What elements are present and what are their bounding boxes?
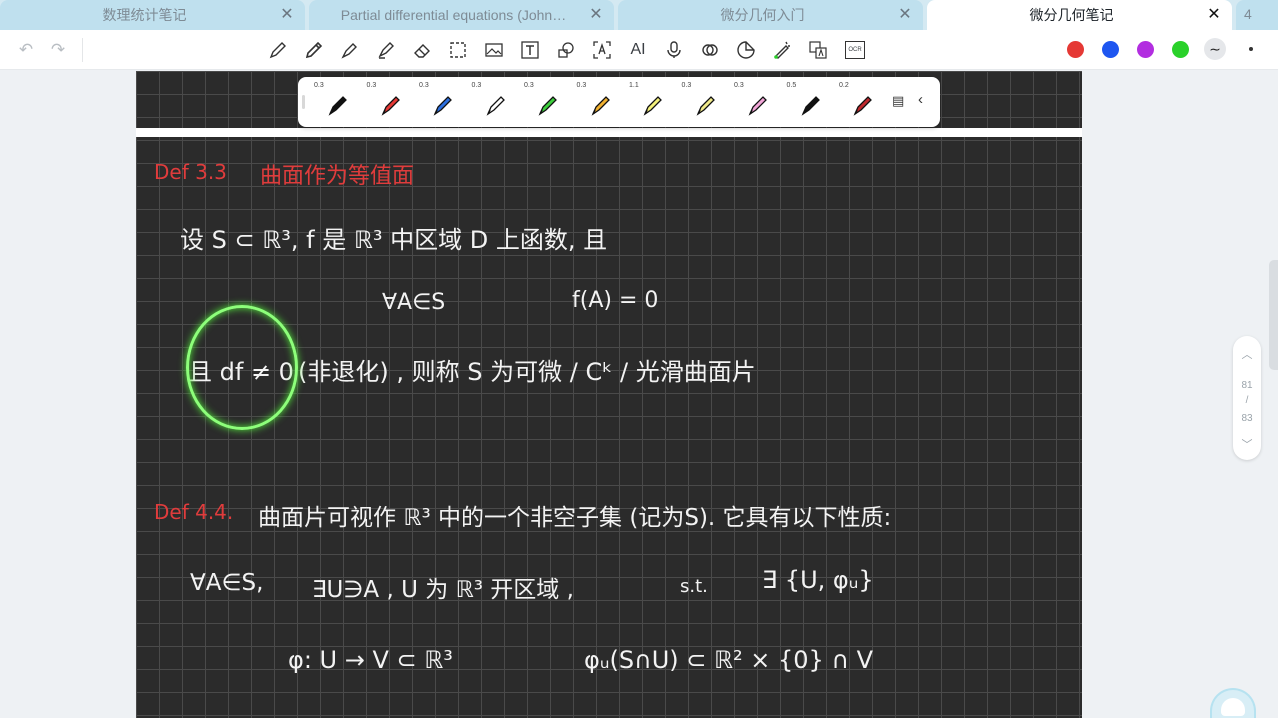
pen-icon: [381, 96, 400, 116]
laser-pointer-icon[interactable]: [770, 38, 794, 62]
pen-palette: ▤ ‹ 0.3 0.3 0.3 0.3 0.3 0.3 1.1 0.3 0.3 0.5 0.2: [298, 77, 940, 127]
pen-width-label: 1.1: [629, 82, 639, 89]
pen-width-label: 0.3: [524, 82, 534, 89]
tab-differential-geometry-intro[interactable]: 微分几何入门 ✕: [618, 0, 923, 30]
pen-preset-9[interactable]: 0.3: [730, 77, 782, 127]
mascot-face: [1221, 698, 1245, 716]
collapse-chevron-icon[interactable]: ‹: [918, 91, 923, 108]
pen-preset-10[interactable]: 0.5: [783, 77, 835, 127]
color-red[interactable]: [1067, 41, 1084, 58]
pen-icon: [433, 96, 452, 116]
pen-icon: [486, 96, 505, 116]
tab-label: 数理统计笔记: [102, 7, 187, 23]
tab-pde-book[interactable]: Partial differential equations (John… ✕: [309, 0, 614, 30]
pen-icon: [643, 96, 662, 116]
note-canvas[interactable]: [136, 71, 1082, 718]
pen-icon: [591, 96, 610, 116]
page-separator: [136, 128, 1082, 137]
pen-preset-2[interactable]: 0.3: [363, 77, 415, 127]
page-separator-text: /: [1245, 395, 1249, 406]
close-icon[interactable]: ✕: [1206, 7, 1222, 23]
text-recognition-icon[interactable]: [590, 38, 614, 62]
lasso-select-icon[interactable]: [446, 38, 470, 62]
close-icon[interactable]: ✕: [588, 7, 604, 23]
page-down-icon[interactable]: ﹀: [1233, 436, 1261, 452]
pen-width-label: 0.3: [681, 82, 692, 89]
page-up-icon[interactable]: ︿: [1233, 346, 1261, 362]
pen-icon: [748, 96, 767, 116]
eraser-icon[interactable]: [410, 38, 434, 62]
pen-preset-3[interactable]: 0.3: [415, 77, 467, 127]
current-page: 81: [1241, 380, 1253, 391]
list-icon[interactable]: ▤: [892, 93, 904, 109]
pen-preset-1[interactable]: 0.3: [310, 77, 362, 127]
microphone-icon[interactable]: [662, 38, 686, 62]
pen-icon: [696, 96, 715, 116]
tab-overflow-counter[interactable]: 4: [1236, 0, 1278, 30]
tab-differential-geometry-notes[interactable]: 微分几何笔记 ✕: [927, 0, 1232, 30]
shape-icon[interactable]: [554, 38, 578, 62]
tab-statistics-notes[interactable]: 数理统计笔记 ✕: [0, 0, 305, 30]
pen-icon: [853, 96, 872, 116]
ai-icon[interactable]: AI: [626, 38, 650, 62]
pen-width-label: 0.3: [314, 82, 324, 89]
pen-preset-8[interactable]: 0.3: [678, 77, 730, 127]
highlighter-icon[interactable]: [374, 38, 398, 62]
divider: [82, 38, 83, 62]
image-icon[interactable]: [482, 38, 506, 62]
close-icon[interactable]: ✕: [279, 7, 295, 23]
pen-preset-11[interactable]: 0.2: [835, 77, 887, 127]
pen-width-label: 0.3: [576, 82, 587, 89]
more-dot-icon[interactable]: [1249, 47, 1253, 51]
text-icon[interactable]: [518, 38, 542, 62]
fountain-pen-icon[interactable]: [338, 38, 362, 62]
tab-label: 微分几何笔记: [1029, 7, 1114, 23]
ocr-icon[interactable]: OCR: [842, 38, 868, 62]
pen-width-label: 0.3: [366, 82, 377, 89]
redo-icon[interactable]: ↷: [46, 38, 70, 62]
pen-width-label: 0.5: [786, 82, 797, 89]
side-panel-handle[interactable]: [1269, 260, 1278, 370]
toolbar: ↶ ↷ AI OCR ∼: [0, 30, 1278, 70]
page-navigator: ︿ 81 / 83 ﹀: [1233, 336, 1261, 460]
pen-preset-5[interactable]: 0.3: [520, 77, 572, 127]
drag-handle[interactable]: [302, 95, 305, 109]
tab-label: 微分几何入门: [720, 7, 805, 23]
pen-width-label: 0.2: [839, 82, 849, 89]
color-blue[interactable]: [1102, 41, 1119, 58]
undo-icon[interactable]: ↶: [14, 38, 38, 62]
color-green[interactable]: [1172, 41, 1189, 58]
pen-width-label: 0.3: [734, 82, 744, 89]
pen-width-label: 0.3: [419, 82, 429, 89]
pen-preset-6[interactable]: 0.3: [573, 77, 625, 127]
sticker-icon[interactable]: [734, 38, 758, 62]
total-pages: 83: [1241, 413, 1253, 424]
close-icon[interactable]: ✕: [897, 7, 913, 23]
pen-width-label: 0.3: [471, 82, 482, 89]
color-purple[interactable]: [1137, 41, 1154, 58]
pen-icon: [538, 96, 557, 116]
tab-bar: 数理统计笔记 ✕ Partial differential equations …: [0, 0, 1278, 30]
link-icon[interactable]: [698, 38, 722, 62]
pen-icon: [801, 96, 820, 116]
pen-icon[interactable]: [266, 38, 290, 62]
pencil-icon[interactable]: [302, 38, 326, 62]
stroke-style-icon[interactable]: ∼: [1204, 38, 1226, 60]
tab-label: Partial differential equations (John…: [340, 7, 567, 23]
pen-preset-7[interactable]: 1.1: [625, 77, 677, 127]
ocr-label: OCR: [845, 41, 865, 59]
pen-icon: [328, 96, 347, 116]
pen-preset-4[interactable]: 0.3: [468, 77, 520, 127]
translate-icon[interactable]: [806, 38, 830, 62]
